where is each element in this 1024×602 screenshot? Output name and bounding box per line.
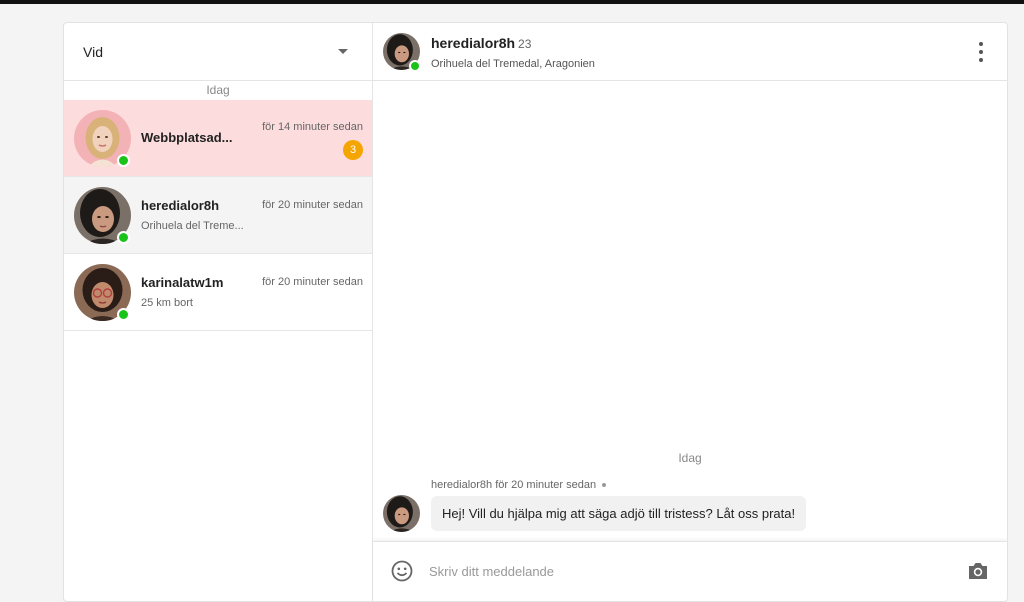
message-composer bbox=[373, 541, 1007, 601]
chat-partner-age: 23 bbox=[518, 37, 532, 51]
more-vertical-icon[interactable] bbox=[977, 42, 985, 62]
conversation-time: för 20 minuter sedan bbox=[262, 199, 363, 211]
filter-label: Vid bbox=[83, 43, 103, 60]
camera-icon[interactable] bbox=[967, 561, 989, 581]
conversation-distance: 25 km bort bbox=[141, 297, 193, 309]
avatar bbox=[383, 495, 420, 532]
status-dot-icon bbox=[602, 483, 607, 488]
day-separator: Idag bbox=[678, 451, 702, 465]
online-status-indicator bbox=[409, 60, 421, 72]
chat-partner-name[interactable]: heredialor8h 23 bbox=[431, 35, 531, 51]
conversation-time: för 20 minuter sedan bbox=[262, 276, 363, 288]
unread-count-badge: 3 bbox=[343, 140, 363, 160]
conversation-sidebar: Vid Idag Webbplatsad... för 14 minuter s… bbox=[64, 23, 373, 601]
message-list[interactable]: Idag heredialor8h för 20 minuter sedan H… bbox=[373, 81, 1007, 541]
chat-partner-location: Orihuela del Tremedal, Aragonien bbox=[431, 58, 595, 70]
conversation-name: karinalatw1m bbox=[141, 275, 224, 290]
conversation-location: Orihuela del Treme... bbox=[141, 220, 244, 232]
message-input[interactable] bbox=[429, 556, 949, 586]
conversation-name: Webbplatsad... bbox=[141, 130, 233, 145]
message-bubble: Hej! Vill du hjälpa mig att säga adjö ti… bbox=[431, 496, 807, 531]
conversation-name: heredialor8h bbox=[141, 198, 220, 213]
emoji-icon[interactable] bbox=[391, 560, 413, 582]
browser-top-bar bbox=[0, 0, 1024, 4]
chat-partner-username: heredialor8h bbox=[431, 35, 516, 51]
day-separator: Idag bbox=[206, 83, 230, 97]
online-status-indicator bbox=[117, 308, 130, 321]
conversation-time: för 14 minuter sedan bbox=[262, 121, 363, 133]
conversation-item[interactable]: karinalatw1m 25 km bort för 20 minuter s… bbox=[64, 254, 372, 331]
conversation-item[interactable]: Webbplatsad... för 14 minuter sedan 3 bbox=[64, 100, 372, 177]
conversation-item[interactable]: heredialor8h Orihuela del Treme... för 2… bbox=[64, 177, 372, 254]
chat-header: heredialor8h 23 Orihuela del Tremedal, Ar… bbox=[373, 23, 1007, 81]
messenger-app: Vid Idag Webbplatsad... för 14 minuter s… bbox=[63, 22, 1008, 602]
message-sender: heredialor8h bbox=[431, 479, 493, 491]
online-status-indicator bbox=[117, 231, 130, 244]
message-time: för 20 minuter sedan bbox=[495, 479, 597, 491]
online-status-indicator bbox=[117, 154, 130, 167]
chevron-down-icon bbox=[338, 49, 348, 54]
message-meta: heredialor8h för 20 minuter sedan bbox=[431, 479, 607, 491]
chat-panel: heredialor8h 23 Orihuela del Tremedal, Ar… bbox=[373, 23, 1007, 601]
filter-dropdown[interactable]: Vid bbox=[64, 23, 372, 81]
